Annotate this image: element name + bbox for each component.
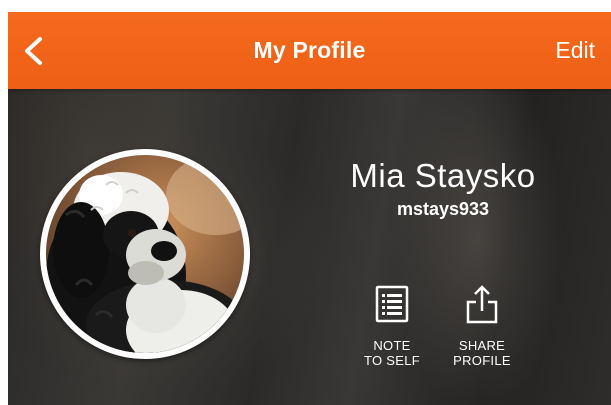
note-to-self-label: NOTE TO SELF [352,338,432,368]
note-to-self-label-line2: TO SELF [363,353,421,368]
share-upload-icon [466,285,498,324]
app-screen: My Profile Edit Mia Staysko mstays933 NO… [8,12,611,405]
chevron-left-icon [25,37,42,65]
share-profile-label: SHARE PROFILE [442,338,522,368]
note-to-self-label-line1: NOTE [373,338,411,353]
note-to-self-button[interactable]: NOTE TO SELF [352,284,432,368]
profile-full-name: Mia Staysko [350,157,536,194]
back-button[interactable] [18,34,52,68]
share-profile-label-line2: PROFILE [453,353,511,368]
edit-button[interactable]: Edit [555,37,595,64]
page-title: My Profile [253,37,366,63]
top-nav-bar: My Profile Edit [8,12,611,89]
dog-photo [46,155,244,353]
profile-username: mstays933 [396,199,490,219]
note-list-icon [375,285,409,323]
avatar[interactable] [40,149,250,359]
share-profile-button[interactable]: SHARE PROFILE [442,284,522,368]
share-profile-label-line1: SHARE [458,338,506,353]
